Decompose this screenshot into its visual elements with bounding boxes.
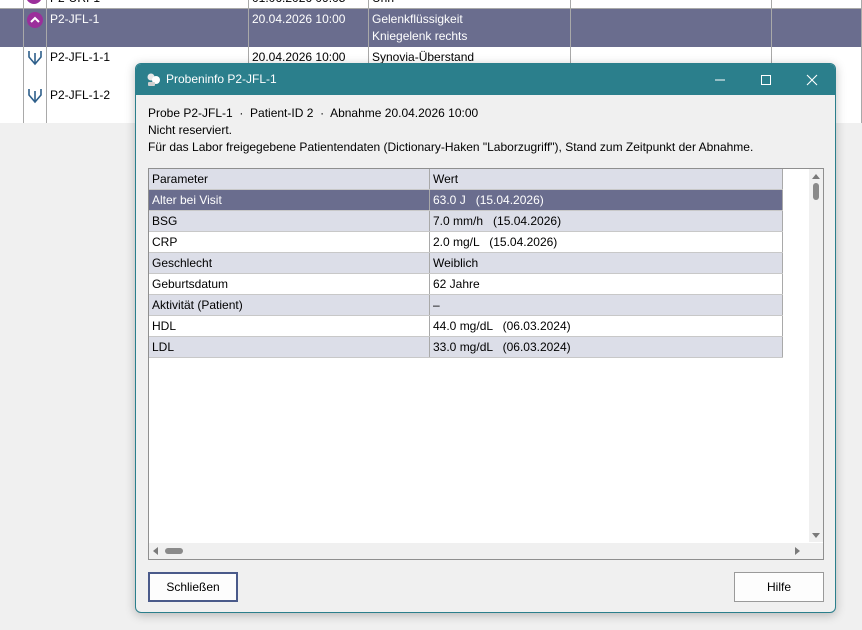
sample-id: P2-URI-1 [47,0,249,8]
sample-date: 20.04.2026 10:00 [249,9,369,47]
param-cell: Aktivität (Patient) [149,295,430,315]
help-button[interactable]: Hilfe [734,572,824,602]
aliquot-tube-icon [28,51,42,66]
grid-row[interactable]: BSG 7.0 mm/h (15.04.2026) [149,211,783,232]
param-cell: BSG [149,211,430,231]
grid-row[interactable]: Alter bei Visit 63.0 J (15.04.2026) [149,190,783,211]
value-cell: 33.0 mg/dL (06.03.2024) [430,337,783,357]
grid-row[interactable]: Aktivität (Patient) – [149,295,783,316]
grid-row[interactable]: Geschlecht Weiblich [149,253,783,274]
grid-row[interactable]: LDL 33.0 mg/dL (06.03.2024) [149,337,783,358]
grid-header: Parameter Wert [149,169,783,190]
scroll-corner [809,543,823,559]
sample-info-dialog: Probeninfo P2-JFL-1 Probe P2-JFL-1 · Pat… [135,63,836,613]
value-cell: Weiblich [430,253,783,273]
reservation-status: Nicht reserviert. [148,123,233,137]
horizontal-scrollbar[interactable] [149,543,809,559]
param-cell: Geschlecht [149,253,430,273]
param-cell: HDL [149,316,430,336]
sample-info-text: Probe P2-JFL-1 · Patient-ID 2 · Abnahme … [148,105,753,156]
minimize-button[interactable] [697,64,743,95]
sample-summary: Probe P2-JFL-1 · Patient-ID 2 · Abnahme … [148,106,479,120]
grid-row[interactable]: CRP 2.0 mg/L (15.04.2026) [149,232,783,253]
grid-row[interactable]: HDL 44.0 mg/dL (06.03.2024) [149,316,783,337]
param-cell: Geburtsdatum [149,274,430,294]
horizontal-scrollbar-track [153,547,800,555]
vertical-scrollbar[interactable] [809,169,823,542]
value-cell: – [430,295,783,315]
app-icon [147,73,160,86]
param-cell: CRP [149,232,430,252]
close-icon [806,74,818,85]
param-cell: LDL [149,337,430,357]
value-cell: 63.0 J (15.04.2026) [430,190,783,210]
parameter-grid[interactable]: Parameter Wert Alter bei Visit 63.0 J (1… [148,168,824,560]
minimize-icon [715,79,725,80]
maximize-button[interactable] [743,64,789,95]
dialog-titlebar[interactable]: Probeninfo P2-JFL-1 [136,64,835,95]
close-button[interactable]: Schließen [148,572,238,602]
value-cell: 62 Jahre [430,274,783,294]
sample-date: 01.06.2026 09:05 [249,0,369,8]
param-cell: Alter bei Visit [149,190,430,210]
table-row-selected[interactable]: P2-JFL-1 20.04.2026 10:00 Gelenkflüssigk… [0,9,862,48]
value-cell: 2.0 mg/L (15.04.2026) [430,232,783,252]
column-header-parameter[interactable]: Parameter [149,169,430,189]
chevron-up-icon[interactable] [25,10,45,30]
vertical-scrollbar-track [812,174,820,538]
dialog-title: Probeninfo P2-JFL-1 [166,72,277,86]
table-row[interactable]: P2-URI-1 01.06.2026 09:05 Urin [0,0,862,9]
sample-id: P2-JFL-1 [47,9,249,47]
column-header-value[interactable]: Wert [430,169,783,189]
grid-row[interactable]: Geburtsdatum 62 Jahre [149,274,783,295]
close-window-button[interactable] [789,64,835,95]
maximize-icon [761,74,771,85]
value-cell: 7.0 mm/h (15.04.2026) [430,211,783,231]
aliquot-tube-icon [28,89,42,104]
data-scope-note: Für das Labor freigegebene Patientendate… [148,140,754,154]
sample-material: Gelenkflüssigkeit Kniegelenk rechts [369,9,571,47]
sample-material: Urin [369,0,571,8]
value-cell: 44.0 mg/dL (06.03.2024) [430,316,783,336]
